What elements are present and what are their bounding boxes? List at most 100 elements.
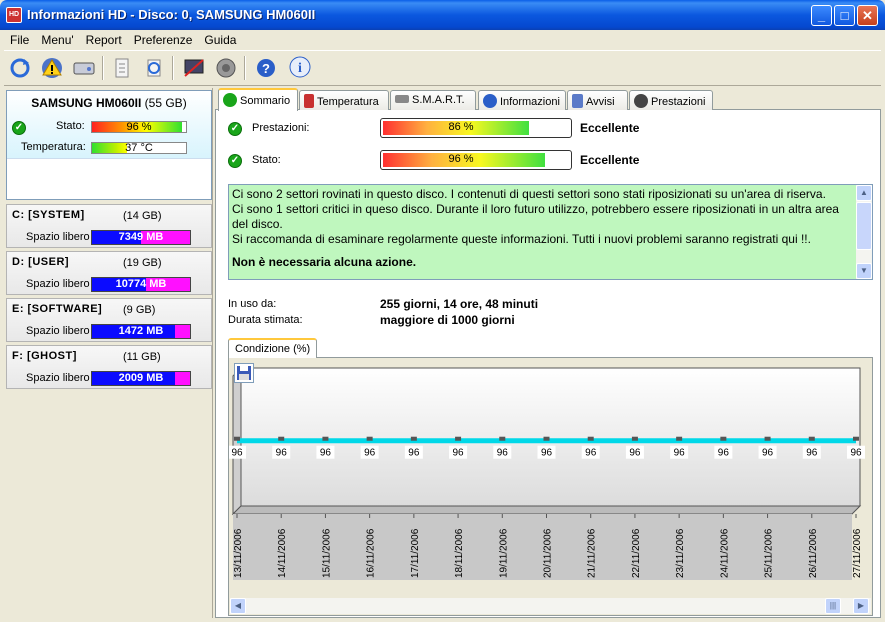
report-button[interactable] xyxy=(108,54,136,82)
menu-file[interactable]: File xyxy=(4,30,35,50)
tab-smart[interactable]: S.M.A.R.T. xyxy=(390,90,476,110)
condition-chart: 96 13/11/2006 96 14/11/2006 96 15/11/2006 96 16… xyxy=(228,357,873,616)
message-scrollbar[interactable]: ▲ ▼ xyxy=(856,185,872,279)
data-label-22/11/2006: 96 xyxy=(629,448,641,459)
maximize-button[interactable]: □ xyxy=(834,5,855,26)
drive-f[interactable]: F: [GHOST] (11 GB) Spazio libero 2009 MB xyxy=(6,345,212,389)
toolbar-separator xyxy=(244,56,246,80)
disable-monitor-button[interactable] xyxy=(180,54,208,82)
sync-button[interactable] xyxy=(140,54,168,82)
free-space-label: Spazio libero xyxy=(26,278,90,290)
disk-name: SAMSUNG HM060II xyxy=(31,96,142,110)
close-button[interactable]: ✕ xyxy=(857,5,878,26)
scroll-thumb[interactable] xyxy=(856,202,872,250)
tab-informazioni[interactable]: Informazioni xyxy=(478,90,566,110)
health-bar: 96 % xyxy=(380,150,572,170)
gauge-icon xyxy=(634,94,648,108)
disk-button[interactable] xyxy=(70,54,98,82)
data-point-24/11/2006 xyxy=(720,436,727,441)
tab-sommario[interactable]: Sommario xyxy=(218,88,298,111)
tab-condizione[interactable]: Condizione (%) xyxy=(228,338,318,358)
disk-summary-box[interactable]: SAMSUNG HM060II (55 GB) ✓ Stato: 96 % Te… xyxy=(6,90,212,200)
data-label-16/11/2006: 96 xyxy=(364,448,376,459)
health-value: 96 % xyxy=(448,153,474,165)
free-space-value: 2009 MB xyxy=(118,372,164,384)
x-tick-label-24/11/2006: 24/11/2006 xyxy=(719,528,730,578)
message-line: Ci sono 1 settori critici in queso disco… xyxy=(232,202,839,231)
tab-bar: Sommario Temperatura S.M.A.R.T. Informaz… xyxy=(215,88,881,111)
toolbar: ? i xyxy=(4,50,881,86)
disk-icon xyxy=(395,95,409,103)
menu-preferenze[interactable]: Preferenze xyxy=(128,30,199,50)
data-point-21/11/2006 xyxy=(587,436,594,441)
drive-c[interactable]: C: [SYSTEM] (14 GB) Spazio libero 7349 M… xyxy=(6,204,212,248)
drive-size: (14 GB) xyxy=(123,210,162,222)
tab-temperatura[interactable]: Temperatura xyxy=(299,90,389,110)
message-box[interactable]: Ci sono 2 settori rovinati in questo dis… xyxy=(228,184,873,280)
x-tick-label-27/11/2006: 27/11/2006 xyxy=(852,528,863,578)
title-bar[interactable]: HD Informazioni HD - Disco: 0, SAMSUNG H… xyxy=(0,0,885,30)
data-point-17/11/2006 xyxy=(410,436,417,441)
drive-d[interactable]: D: [USER] (19 GB) Spazio libero 10774 MB xyxy=(6,251,212,295)
free-space-value: 7349 MB xyxy=(118,231,164,243)
free-space-value: 10774 MB xyxy=(115,278,167,290)
free-space-label: Spazio libero xyxy=(26,231,90,243)
tab-prestazioni[interactable]: Prestazioni xyxy=(629,90,713,110)
data-label-20/11/2006: 96 xyxy=(541,448,553,459)
menu-menu[interactable]: Menu' xyxy=(35,30,79,50)
menu-guida[interactable]: Guida xyxy=(198,30,242,50)
health-rating: Eccellente xyxy=(580,153,640,167)
free-space-label: Spazio libero xyxy=(26,325,90,337)
menu-bar: File Menu' Report Preferenze Guida xyxy=(4,30,881,50)
performance-bar: 86 % xyxy=(380,118,572,138)
minimize-button[interactable]: _ xyxy=(811,5,832,26)
save-chart-button[interactable] xyxy=(234,363,254,383)
help-button[interactable]: ? xyxy=(252,54,280,82)
data-label-23/11/2006: 96 xyxy=(674,448,686,459)
drive-size: (11 GB) xyxy=(123,351,161,363)
chart-scrollbar[interactable]: ◀ ||| ▶ xyxy=(230,598,871,614)
tab-avvisi[interactable]: Avvisi xyxy=(567,90,628,110)
drive-e[interactable]: E: [SOFTWARE] (9 GB) Spazio libero 1472 … xyxy=(6,298,212,342)
scroll-down-icon[interactable]: ▼ xyxy=(856,263,872,279)
toolbar-separator xyxy=(172,56,174,80)
performance-value: 86 % xyxy=(448,121,474,133)
in-use-label: In uso da: xyxy=(228,298,277,310)
refresh-icon xyxy=(10,58,30,78)
document-icon xyxy=(572,94,583,108)
free-space-value: 1472 MB xyxy=(118,325,164,337)
free-space-bar: 1472 MB xyxy=(91,324,191,339)
help-icon: ? xyxy=(257,59,275,77)
free-space-label: Spazio libero xyxy=(26,372,90,384)
menu-report[interactable]: Report xyxy=(80,30,128,50)
x-tick-label-17/11/2006: 17/11/2006 xyxy=(410,528,421,578)
scroll-right-icon[interactable]: ▶ xyxy=(853,598,869,614)
health-label: Stato: xyxy=(252,154,281,166)
message-line: Ci sono 2 settori rovinati in questo dis… xyxy=(232,187,826,201)
data-point-26/11/2006 xyxy=(808,436,815,441)
data-point-18/11/2006 xyxy=(455,436,462,441)
scroll-left-icon[interactable]: ◀ xyxy=(230,598,246,614)
data-point-15/11/2006 xyxy=(322,436,329,441)
scroll-thumb[interactable]: ||| xyxy=(825,598,841,614)
data-point-13/11/2006 xyxy=(234,436,240,441)
in-use-value: 255 giorni, 14 ore, 48 minuti xyxy=(380,297,539,311)
scroll-up-icon[interactable]: ▲ xyxy=(856,185,872,201)
message-text: Ci sono 2 settori rovinati in questo dis… xyxy=(232,187,852,270)
floppy-icon xyxy=(237,366,251,380)
free-space-bar: 7349 MB xyxy=(91,230,191,245)
info-button[interactable]: i xyxy=(286,54,314,82)
chart-plot: 96 13/11/2006 96 14/11/2006 96 15/11/2006 96 16… xyxy=(229,366,865,580)
document-icon xyxy=(115,58,129,78)
speaker-button[interactable] xyxy=(212,54,240,82)
warning-button[interactable] xyxy=(38,54,66,82)
refresh-button[interactable] xyxy=(6,54,34,82)
x-tick-label-23/11/2006: 23/11/2006 xyxy=(675,528,686,578)
tab-label: Prestazioni xyxy=(651,96,706,108)
data-point-16/11/2006 xyxy=(366,436,373,441)
disable-monitor-icon xyxy=(184,59,204,77)
drive-name: E: [SOFTWARE] xyxy=(12,303,103,315)
data-point-20/11/2006 xyxy=(543,436,550,441)
summary-page: ✓ Prestazioni: 86 % Eccellente ✓ Stato: … xyxy=(215,110,881,618)
info-icon xyxy=(483,94,497,108)
